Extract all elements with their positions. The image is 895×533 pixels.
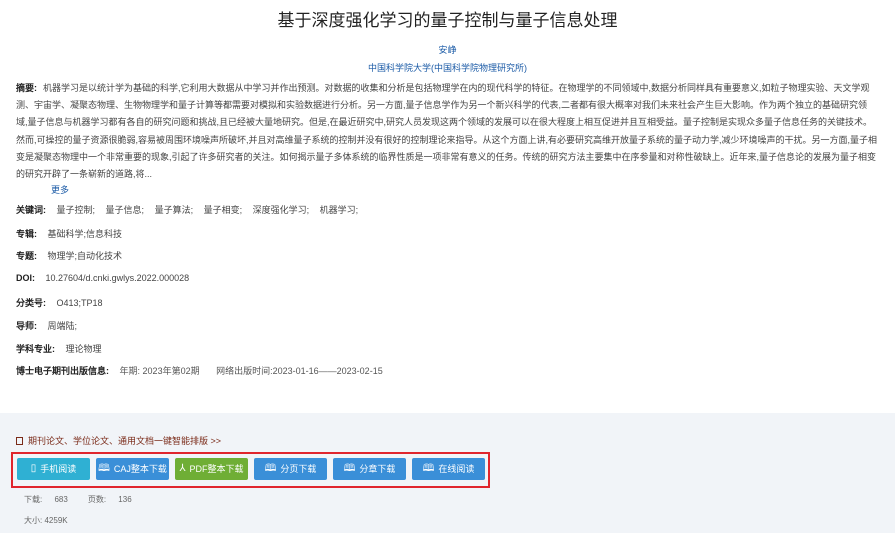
book-icon: 🕮 bbox=[343, 463, 356, 474]
downloads-label: 下载: bbox=[24, 495, 43, 504]
keyword-link[interactable]: 量子相变; bbox=[204, 205, 243, 215]
pages-count: 136 bbox=[118, 495, 132, 504]
doi-label: DOI: bbox=[16, 273, 35, 283]
size-label: 大小: bbox=[24, 516, 43, 525]
major-label: 学科专业: bbox=[16, 344, 55, 354]
abstract-label: 摘要: bbox=[16, 83, 37, 93]
book-icon: 🕮 bbox=[264, 463, 277, 474]
keyword-link[interactable]: 机器学习; bbox=[320, 205, 359, 215]
promo-link[interactable]: 期刊论文、学位论文、通用文档一键智能排版 >> bbox=[16, 434, 221, 447]
organization-link[interactable]: 中国科学院大学(中国科学院物理研究所) bbox=[0, 61, 895, 74]
online-read-button[interactable]: 🕮 在线阅读 bbox=[412, 458, 485, 480]
pages-stat: 页数: 136 bbox=[88, 495, 142, 504]
topic-value: 物理学;自动化技术 bbox=[47, 251, 123, 261]
series-label: 专辑: bbox=[16, 229, 37, 239]
classification-value: O413;TP18 bbox=[56, 298, 103, 308]
chapter-download-button[interactable]: 🕮 分章下载 bbox=[333, 458, 406, 480]
keyword-link[interactable]: 量子信息; bbox=[106, 205, 145, 215]
topic-label: 专题: bbox=[16, 251, 37, 261]
size-value: 4259K bbox=[44, 516, 68, 525]
mobile-read-button[interactable]: ▯ 手机阅读 bbox=[17, 458, 90, 480]
date-label: 网络出版时间: bbox=[216, 366, 273, 376]
classification-label: 分类号: bbox=[16, 298, 46, 308]
publication-label: 博士电子期刊出版信息: bbox=[16, 366, 109, 376]
caj-download-button[interactable]: 🕮 CAJ整本下载 bbox=[96, 458, 169, 480]
series-value: 基础科学;信息科技 bbox=[47, 229, 123, 239]
doi-value: 10.27604/d.cnki.gwlys.2022.000028 bbox=[45, 273, 190, 283]
major-value: 理论物理 bbox=[65, 344, 102, 354]
major-row: 学科专业: 理论物理 bbox=[16, 342, 102, 355]
keyword-link[interactable]: 量子算法; bbox=[155, 205, 194, 215]
year-value: 2023年第02期 bbox=[142, 366, 200, 376]
publication-date: 网络出版时间:2023-01-16——2023-02-15 bbox=[216, 366, 383, 376]
mobile-read-label: 手机阅读 bbox=[40, 464, 77, 474]
publication-row: 博士电子期刊出版信息: 年期: 2023年第02期 网络出版时间:2023-01… bbox=[16, 364, 397, 377]
supervisor-label: 导师: bbox=[16, 321, 37, 331]
downloads-stat: 下载: 683 bbox=[24, 495, 78, 504]
author-link[interactable]: 安峥 bbox=[0, 43, 895, 56]
download-stats: 下载: 683 页数: 136 bbox=[24, 494, 152, 505]
abstract: 摘要: 机器学习是以统计学为基础的科学,它利用大数据从中学习并作出预测。对数据的收… bbox=[16, 80, 878, 183]
phone-icon: ▯ bbox=[30, 463, 37, 474]
page-download-button[interactable]: 🕮 分页下载 bbox=[254, 458, 327, 480]
document-icon bbox=[16, 437, 23, 445]
book-icon: 🕮 bbox=[422, 463, 435, 474]
page-title: 基于深度强化学习的量子控制与量子信息处理 bbox=[277, 11, 618, 30]
keywords-row: 关键词: 量子控制; 量子信息; 量子算法; 量子相变; 深度强化学习; 机器学… bbox=[16, 203, 366, 216]
promo-text: 期刊论文、学位论文、通用文档一键智能排版 >> bbox=[28, 436, 222, 446]
pdf-download-button[interactable]: ⅄ PDF整本下载 bbox=[175, 458, 248, 480]
keyword-link[interactable]: 深度强化学习; bbox=[253, 205, 310, 215]
book-icon: 🕮 bbox=[98, 463, 110, 474]
year-label: 年期: bbox=[119, 366, 141, 376]
downloads-count: 683 bbox=[54, 495, 68, 504]
date-value: 2023-01-16——2023-02-15 bbox=[272, 366, 383, 376]
keywords-label: 关键词: bbox=[16, 205, 46, 215]
pdf-icon: ⅄ bbox=[179, 463, 186, 474]
pages-label: 页数: bbox=[87, 495, 107, 504]
doi-row: DOI: 10.27604/d.cnki.gwlys.2022.000028 bbox=[16, 273, 189, 283]
more-link[interactable]: 更多 bbox=[51, 183, 69, 196]
caj-download-label: CAJ整本下载 bbox=[113, 464, 167, 474]
chapter-download-label: 分章下载 bbox=[359, 464, 396, 474]
publication-year: 年期: 2023年第02期 bbox=[120, 366, 200, 376]
supervisor-row: 导师: 周端陆; bbox=[16, 319, 77, 332]
classification-row: 分类号: O413;TP18 bbox=[16, 296, 103, 309]
abstract-text: 机器学习是以统计学为基础的科学,它利用大数据从中学习并作出预测。对数据的收集和分… bbox=[16, 83, 878, 180]
series-row: 专辑: 基础科学;信息科技 bbox=[16, 227, 122, 240]
online-read-label: 在线阅读 bbox=[438, 464, 475, 474]
pdf-download-label: PDF整本下载 bbox=[189, 464, 244, 474]
keyword-link[interactable]: 量子控制; bbox=[57, 205, 96, 215]
file-size: 大小: 4259K bbox=[24, 515, 68, 526]
page-download-label: 分页下载 bbox=[280, 464, 317, 474]
topic-row: 专题: 物理学;自动化技术 bbox=[16, 249, 122, 262]
supervisor-link[interactable]: 周端陆; bbox=[48, 321, 78, 331]
